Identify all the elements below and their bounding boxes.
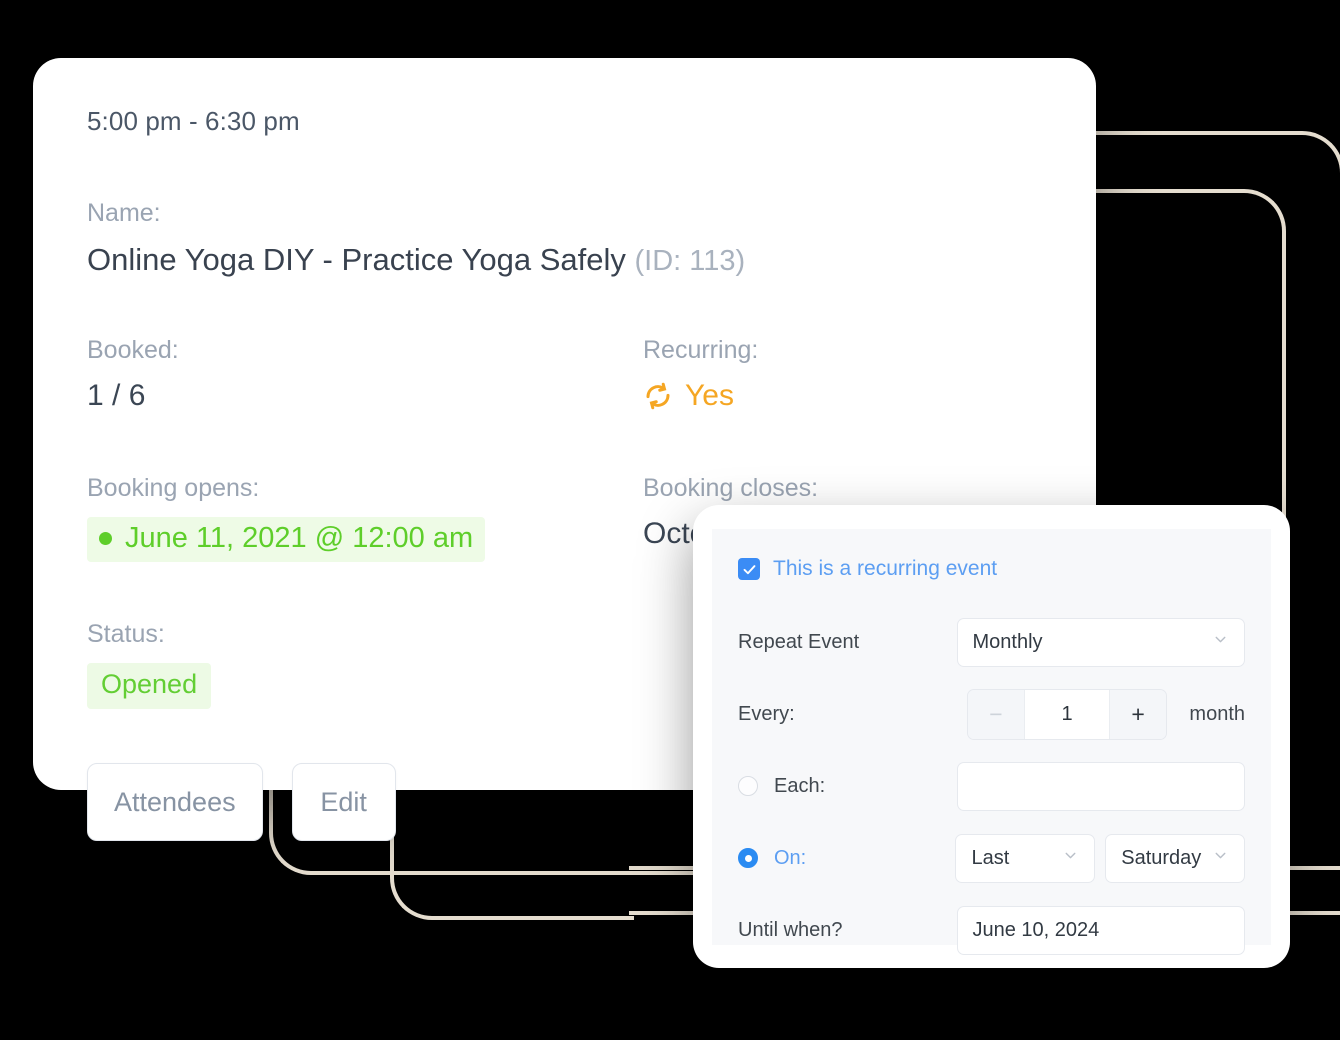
checkmark-icon xyxy=(743,564,755,574)
event-name-text: Online Yoga DIY - Practice Yoga Safely xyxy=(87,242,626,277)
every-quantity-stepper[interactable]: − 1 + xyxy=(966,688,1168,740)
stepper-decrement-button[interactable]: − xyxy=(967,689,1025,739)
repeat-event-label: Repeat Event xyxy=(738,631,957,654)
each-input[interactable] xyxy=(956,761,1245,811)
until-when-label: Until when? xyxy=(738,919,957,942)
repeat-event-select[interactable]: Monthly xyxy=(956,617,1245,667)
on-ordinal-select[interactable]: Last xyxy=(955,833,1096,883)
chevron-down-icon xyxy=(1212,847,1229,870)
recurring-event-checkbox[interactable] xyxy=(738,558,760,580)
repeat-event-select-value: Monthly xyxy=(972,630,1043,653)
booked-value: 1 / 6 xyxy=(87,379,146,412)
chevron-down-icon xyxy=(1062,847,1079,870)
name-value: Online Yoga DIY - Practice Yoga Safely (… xyxy=(87,242,1042,278)
recurring-event-checkbox-row[interactable]: This is a recurring event xyxy=(738,557,1245,581)
recurring-field: Recurring: Yes xyxy=(643,336,1042,416)
stepper-increment-button[interactable]: + xyxy=(1109,689,1167,739)
stepper-value-input[interactable]: 1 xyxy=(1024,689,1110,739)
recurring-label: Recurring: xyxy=(643,336,759,364)
until-when-date-value: June 10, 2024 xyxy=(972,918,1100,941)
screenshot-root: 5:00 pm - 6:30 pm Name: Online Yoga DIY … xyxy=(0,0,1340,1040)
repeat-event-row: Repeat Event Monthly xyxy=(738,611,1245,673)
event-id-text: (ID: 113) xyxy=(634,245,746,277)
booking-opens-text: June 11, 2021 @ 12:00 am xyxy=(125,522,474,554)
until-when-date-input[interactable]: June 10, 2024 xyxy=(956,905,1245,955)
decorative-line-path-1 xyxy=(1086,131,1340,365)
green-dot-icon xyxy=(99,532,112,545)
name-label: Name: xyxy=(87,199,161,227)
on-label: On: xyxy=(738,847,955,870)
on-radio-button[interactable] xyxy=(738,848,758,868)
recurring-event-checkbox-label: This is a recurring event xyxy=(773,557,998,580)
booked-field: Booked: 1 / 6 xyxy=(87,336,643,416)
every-unit-label: month xyxy=(1189,702,1245,725)
booking-opens-value: June 11, 2021 @ 12:00 am xyxy=(87,517,486,562)
until-when-label-text: Until when? xyxy=(738,918,843,941)
booked-label: Booked: xyxy=(87,336,179,364)
status-badge: Opened xyxy=(87,663,212,709)
on-ordinal-value: Last xyxy=(971,846,1010,869)
each-label: Each: xyxy=(738,775,957,798)
each-label-text: Each: xyxy=(774,774,826,797)
edit-button[interactable]: Edit xyxy=(291,763,396,841)
recurring-settings-panel: This is a recurring event Repeat Event M… xyxy=(712,529,1271,955)
on-label-text: On: xyxy=(774,846,807,869)
event-time-range: 5:00 pm - 6:30 pm xyxy=(87,106,300,136)
on-weekday-select[interactable]: Saturday xyxy=(1105,833,1246,883)
booking-opens-label: Booking opens: xyxy=(87,474,260,502)
on-row: On: Last Saturday xyxy=(738,827,1246,889)
until-when-row: Until when? June 10, 2024 xyxy=(738,899,1245,961)
recurring-yes-text: Yes xyxy=(685,379,734,412)
each-row: Each: xyxy=(738,755,1245,817)
every-row: Every: − 1 + month xyxy=(738,683,1245,745)
recurring-settings-card: This is a recurring event Repeat Event M… xyxy=(693,505,1290,968)
booked-recurring-row: Booked: 1 / 6 Recurring: Yes xyxy=(87,336,1042,416)
refresh-cycle-icon xyxy=(643,381,673,411)
every-label: Every: xyxy=(738,703,967,726)
recurring-value: Yes xyxy=(643,379,734,413)
every-label-text: Every: xyxy=(738,702,795,725)
attendees-button[interactable]: Attendees xyxy=(87,763,263,841)
booking-opens-field: Booking opens: June 11, 2021 @ 12:00 am xyxy=(87,474,643,562)
chevron-down-icon xyxy=(1212,631,1229,654)
each-radio-button[interactable] xyxy=(738,776,758,796)
repeat-event-label-text: Repeat Event xyxy=(738,630,860,653)
booking-closes-label: Booking closes: xyxy=(643,474,819,502)
event-name-field: Name: Online Yoga DIY - Practice Yoga Sa… xyxy=(87,199,1042,278)
on-weekday-value: Saturday xyxy=(1121,846,1202,869)
